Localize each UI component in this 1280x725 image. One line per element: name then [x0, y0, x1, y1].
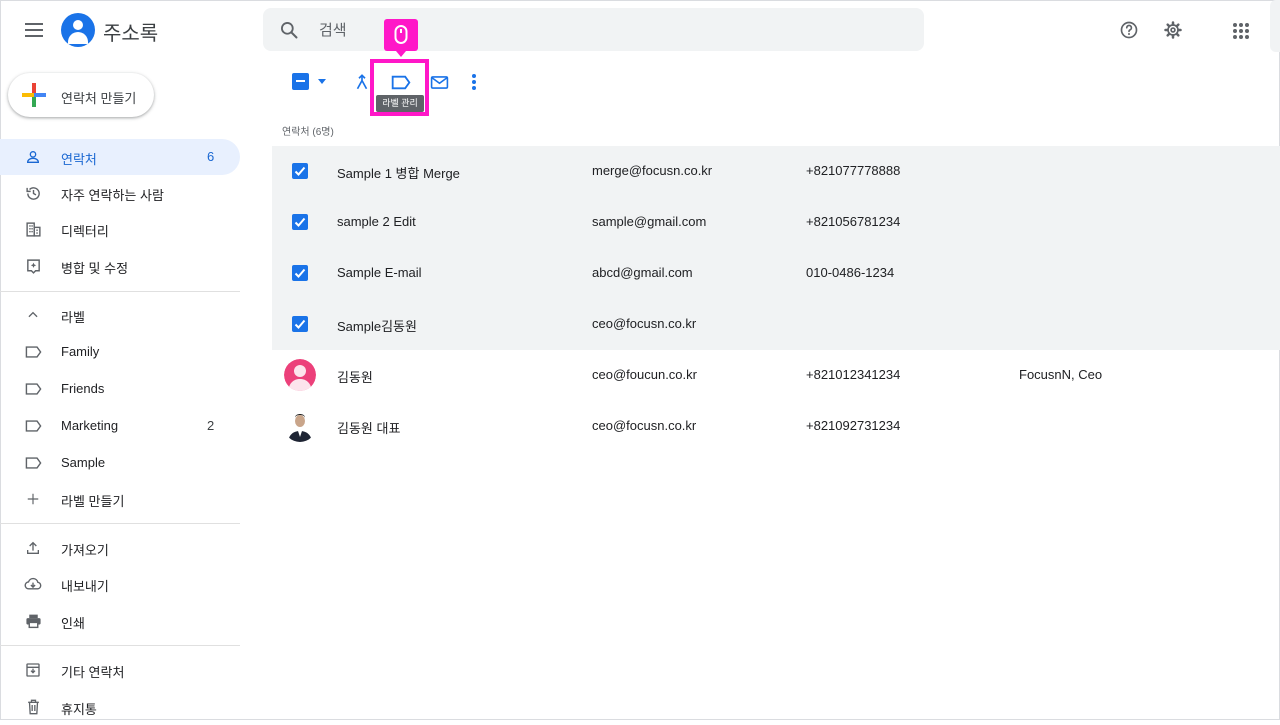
label-icon [24, 380, 42, 398]
sidebar-item-label: 병합 및 수정 [61, 261, 129, 276]
sidebar-item-label: 디렉터리 [61, 224, 109, 239]
contact-phone: +821056781234 [806, 214, 901, 229]
sidebar-divider [0, 291, 240, 292]
contact-email: sample@gmail.com [592, 214, 707, 229]
contact-name: 김동원 대표 [337, 421, 401, 436]
sidebar-item-import[interactable]: 가져오기 [0, 530, 240, 566]
sidebar-item-label: Friends [61, 381, 105, 396]
avatar[interactable] [284, 410, 316, 442]
label-icon [24, 343, 42, 361]
archive-icon [24, 661, 42, 679]
sidebar-item-label: 라벨 만들기 [61, 494, 125, 509]
sidebar-item-label-friends[interactable]: Friends [0, 371, 240, 407]
sidebar-item-label: Sample [61, 455, 106, 470]
sidebar-item-label: 자주 연락하는 사람 [61, 188, 164, 203]
contact-list-header: 연락처 (6명) [282, 127, 334, 138]
create-contact-label: 연락처 만들기 [61, 91, 137, 106]
contact-phone: 010-0486-1234 [806, 265, 895, 280]
sidebar-item-label: Marketing [61, 418, 119, 433]
contact-name: Sample 1 병합 Merge [337, 166, 460, 181]
tooltip: 라벨 관리 [376, 95, 424, 112]
contact-phone: +821012341234 [806, 367, 901, 382]
sidebar-item-label-family[interactable]: Family [0, 334, 240, 370]
email-icon[interactable] [428, 72, 450, 92]
label-count: 2 [207, 418, 215, 433]
person-icon [24, 148, 42, 166]
sidebar-divider [0, 523, 240, 524]
contact-name: Sample김동원 [337, 319, 417, 334]
sidebar-item-other-contacts[interactable]: 기타 연락처 [0, 652, 240, 688]
merge-fix-icon [24, 257, 42, 275]
upload-icon [24, 539, 42, 557]
table-row[interactable]: sample 2 Edit sample@gmail.com +82105678… [272, 197, 1280, 248]
sidebar-item-label-marketing[interactable]: Marketing 2 [0, 408, 240, 444]
search-bar[interactable] [263, 8, 924, 53]
row-checkbox[interactable] [292, 265, 308, 281]
label-icon [24, 454, 42, 472]
row-checkbox[interactable] [292, 316, 308, 332]
sidebar-item-export[interactable]: 내보내기 [0, 566, 240, 602]
history-icon [24, 184, 42, 202]
contact-phone: +821077778888 [806, 163, 901, 178]
sidebar-item-label: 가져오기 [61, 543, 109, 558]
create-label-button[interactable]: 라벨 만들기 [0, 481, 240, 517]
contact-email: ceo@focusn.co.kr [592, 418, 697, 433]
sidebar-item-label: 휴지통 [61, 702, 97, 717]
sidebar-item-label-sample[interactable]: Sample [0, 445, 240, 481]
search-icon[interactable] [279, 20, 299, 40]
sidebar-item-label: 연락처 [61, 152, 97, 167]
sidebar-item-label: 내보내기 [61, 579, 109, 594]
create-contact-button[interactable]: 연락처 만들기 [8, 73, 154, 117]
print-icon [24, 612, 42, 630]
contact-email: ceo@foucun.co.kr [592, 367, 697, 382]
app-title: 주소록 [103, 23, 159, 45]
plus-icon [24, 490, 42, 508]
building-icon [24, 220, 42, 238]
contact-phone: +821092731234 [806, 418, 901, 433]
plus-icon [22, 83, 46, 107]
labels-header: 라벨 [61, 310, 85, 325]
cloud-download-icon [24, 575, 42, 593]
select-all-checkbox[interactable] [292, 73, 309, 90]
sidebar-item-contacts[interactable]: 연락처 6 [0, 139, 240, 175]
mouse-click-indicator-icon [384, 19, 418, 57]
table-row[interactable]: Sample 1 병합 Merge merge@focusn.co.kr +82… [272, 146, 1280, 197]
label-icon [24, 417, 42, 435]
row-checkbox[interactable] [292, 163, 308, 179]
contact-name: Sample E-mail [337, 265, 422, 280]
labels-section-toggle[interactable]: 라벨 [0, 297, 240, 333]
table-row[interactable]: 김동원 대표 ceo@focusn.co.kr +821092731234 [272, 401, 1280, 452]
table-row[interactable]: Sample E-mail abcd@gmail.com 010-0486-12… [272, 248, 1280, 299]
contacts-count: 6 [207, 149, 215, 164]
contact-name: 김동원 [337, 370, 373, 385]
avatar[interactable] [284, 359, 316, 391]
contact-organization: FocusnN, Ceo [1019, 367, 1103, 382]
contacts-logo-icon [61, 13, 95, 47]
account-panel-edge[interactable] [1270, 0, 1280, 52]
more-options-icon[interactable] [464, 72, 484, 92]
main-menu-button[interactable] [22, 18, 46, 42]
row-checkbox[interactable] [292, 214, 308, 230]
sidebar-item-merge-fix[interactable]: 병합 및 수정 [0, 248, 240, 284]
settings-gear-icon[interactable] [1162, 19, 1184, 41]
contact-email: abcd@gmail.com [592, 265, 693, 280]
contact-email: ceo@focusn.co.kr [592, 316, 697, 331]
contact-name: sample 2 Edit [337, 214, 416, 229]
sidebar-item-label: Family [61, 344, 100, 359]
select-dropdown-caret-icon[interactable] [318, 79, 326, 84]
sidebar-item-label: 기타 연락처 [61, 665, 125, 680]
apps-grid-icon[interactable] [1233, 23, 1249, 39]
table-row[interactable]: Sample김동원 ceo@focusn.co.kr [272, 299, 1280, 350]
chevron-up-icon [24, 306, 42, 324]
merge-icon[interactable] [352, 72, 372, 92]
sidebar-divider [0, 645, 240, 646]
sidebar-item-print[interactable]: 인쇄 [0, 603, 240, 639]
table-row[interactable]: 김동원 ceo@foucun.co.kr +821012341234 Focus… [272, 350, 1280, 401]
help-icon[interactable] [1118, 19, 1140, 41]
contact-email: merge@focusn.co.kr [592, 163, 713, 178]
sidebar-item-frequent[interactable]: 자주 연락하는 사람 [0, 175, 240, 211]
sidebar-item-label: 인쇄 [61, 616, 85, 631]
sidebar-item-directory[interactable]: 디렉터리 [0, 211, 240, 247]
trash-icon [24, 698, 42, 716]
